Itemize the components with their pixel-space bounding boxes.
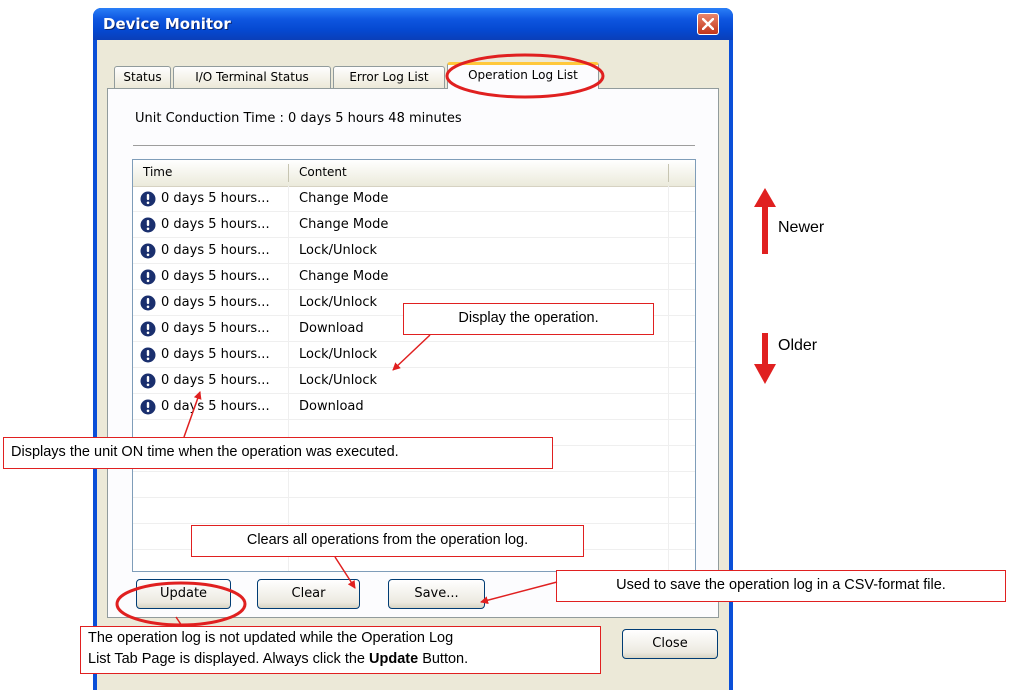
- time-cell: 0 days 5 hours...: [161, 295, 270, 310]
- note-line-2-text: List Tab Page is displayed. Always click…: [88, 651, 370, 667]
- time-cell: 0 days 5 hours...: [161, 217, 270, 232]
- newer-label: Newer: [778, 219, 825, 236]
- callout-text: Clears all operations from the operation…: [246, 532, 529, 548]
- time-cell: 0 days 5 hours...: [161, 191, 270, 206]
- save-button[interactable]: Save...: [388, 579, 485, 609]
- tab-io-terminal-status[interactable]: I/O Terminal Status: [173, 66, 331, 88]
- table-row[interactable]: 0 days 5 hours... Change Mode: [133, 212, 695, 238]
- tab-status[interactable]: Status: [114, 66, 171, 88]
- note-line-2: List Tab Page is displayed. Always click…: [88, 649, 600, 670]
- column-header-content[interactable]: Content: [289, 160, 667, 185]
- info-icon: [140, 191, 156, 207]
- callout-text: Used to save the operation log in a CSV-…: [616, 577, 946, 593]
- separator: [133, 145, 695, 146]
- info-icon: [140, 295, 156, 311]
- table-row[interactable]: 0 days 5 hours... Change Mode: [133, 264, 695, 290]
- arrow-up-icon: [754, 188, 776, 254]
- clear-button[interactable]: Clear: [257, 579, 360, 609]
- close-icon: [702, 18, 714, 30]
- content-cell: Change Mode: [299, 217, 389, 232]
- info-icon: [140, 399, 156, 415]
- table-row[interactable]: 0 days 5 hours... Change Mode: [133, 186, 695, 212]
- info-icon: [140, 373, 156, 389]
- callout-csv-save: Used to save the operation log in a CSV-…: [556, 570, 1006, 602]
- time-cell: 0 days 5 hours...: [161, 373, 270, 388]
- content-cell: Lock/Unlock: [299, 347, 378, 362]
- table-row: [133, 472, 695, 498]
- content-cell: Lock/Unlock: [299, 243, 378, 258]
- table-row[interactable]: 0 days 5 hours... Lock/Unlock: [133, 238, 695, 264]
- note-line-1: The operation log is not updated while t…: [88, 630, 454, 646]
- title-bar[interactable]: Device Monitor: [93, 8, 733, 40]
- callout-update-note: The operation log is not updated while t…: [80, 626, 601, 674]
- window-title: Device Monitor: [103, 15, 231, 33]
- operation-log-list[interactable]: Time Content 0 days 5 hours... Change Mod…: [132, 159, 696, 572]
- note-line-2-suffix: Button.: [418, 651, 469, 667]
- content-cell: Lock/Unlock: [299, 295, 378, 310]
- callout-text: Display the operation.: [458, 310, 599, 326]
- info-icon: [140, 269, 156, 285]
- info-icon: [140, 217, 156, 233]
- callout-display-operation: Display the operation.: [403, 303, 654, 335]
- time-cell: 0 days 5 hours...: [161, 347, 270, 362]
- time-cell: 0 days 5 hours...: [161, 269, 270, 284]
- older-label: Older: [778, 337, 818, 354]
- content-cell: Change Mode: [299, 191, 389, 206]
- tab-operation-log-list[interactable]: Operation Log List: [447, 62, 599, 89]
- arrow-down-icon: [754, 333, 776, 384]
- table-row[interactable]: 0 days 5 hours... Lock/Unlock: [133, 368, 695, 394]
- callout-clears-all: Clears all operations from the operation…: [191, 525, 584, 557]
- time-cell: 0 days 5 hours...: [161, 321, 270, 336]
- content-cell: Change Mode: [299, 269, 389, 284]
- callout-text: Displays the unit ON time when the opera…: [11, 444, 399, 460]
- table-row[interactable]: 0 days 5 hours... Download: [133, 394, 695, 420]
- time-cell: 0 days 5 hours...: [161, 399, 270, 414]
- info-icon: [140, 243, 156, 259]
- table-row[interactable]: 0 days 5 hours... Lock/Unlock: [133, 342, 695, 368]
- info-icon: [140, 321, 156, 337]
- unit-conduction-time: Unit Conduction Time : 0 days 5 hours 48…: [135, 111, 462, 126]
- column-divider[interactable]: [668, 164, 669, 182]
- content-cell: Download: [299, 399, 364, 414]
- update-button[interactable]: Update: [136, 579, 231, 609]
- tab-error-log-list[interactable]: Error Log List: [333, 66, 445, 88]
- close-button[interactable]: Close: [622, 629, 718, 659]
- column-header-time[interactable]: Time: [133, 160, 289, 185]
- time-cell: 0 days 5 hours...: [161, 243, 270, 258]
- list-header: Time Content: [133, 160, 695, 187]
- close-window-button[interactable]: [697, 13, 719, 35]
- table-row: [133, 498, 695, 524]
- content-cell: Download: [299, 321, 364, 336]
- callout-unit-on-time: Displays the unit ON time when the opera…: [3, 437, 553, 469]
- content-cell: Lock/Unlock: [299, 373, 378, 388]
- note-bold-update: Update: [369, 651, 419, 667]
- info-icon: [140, 347, 156, 363]
